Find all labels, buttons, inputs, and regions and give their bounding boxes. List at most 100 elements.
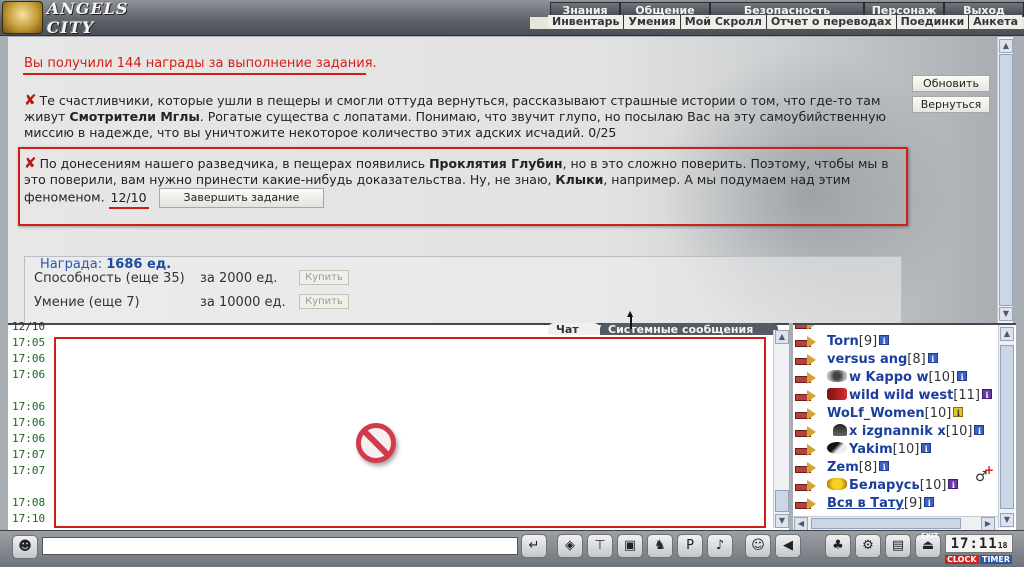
scroll-down-icon[interactable]: ▼ — [775, 514, 789, 528]
buy-ability-button[interactable]: Купить — [299, 270, 349, 285]
player-list: Torn[9] i versus ang[8] i w Kappo w[10] i w… — [793, 325, 998, 513]
attack-arrow-icon[interactable] — [795, 372, 817, 384]
gear-icon[interactable]: ⚙ — [855, 534, 881, 558]
chat-scrollbar[interactable]: ▲ ▼ — [773, 330, 789, 528]
submenu-transfer-report[interactable]: Отчет о переводах — [765, 15, 896, 29]
scroll-right-icon[interactable]: ▶ — [981, 517, 995, 530]
list-item[interactable] — [793, 325, 998, 333]
buy-skill-button[interactable]: Купить — [299, 294, 349, 309]
scroll-up-icon[interactable]: ▲ — [1000, 327, 1014, 341]
clan-emblem-icon — [827, 388, 847, 400]
quest-description-2: ✘ По донесениям нашего разведчика, в пеще… — [24, 155, 894, 208]
exit-label: EXIT — [921, 532, 939, 540]
submenu-skills[interactable]: Умения — [623, 15, 680, 29]
scroll-thumb[interactable] — [1000, 345, 1014, 509]
chat-input[interactable] — [42, 537, 518, 555]
list-item[interactable]: Torn[9] i — [793, 333, 998, 351]
scroll-down-icon[interactable]: ▼ — [1000, 513, 1014, 527]
chat-blocked-overlay — [54, 337, 766, 528]
attack-arrow-icon[interactable] — [795, 444, 817, 456]
attack-arrow-icon[interactable] — [795, 325, 817, 330]
smile-icon[interactable]: ☺ — [745, 534, 771, 558]
pl-icon[interactable]: P — [677, 534, 703, 558]
filter-icon[interactable]: ⊤ — [587, 534, 613, 558]
save-icon[interactable]: ▣ — [617, 534, 643, 558]
quest-description-1: ✘ Те счастливчики, которые ушли в пещеры … — [24, 91, 887, 140]
chat-time: 17:10 — [12, 512, 46, 525]
attack-arrow-icon[interactable] — [795, 498, 817, 510]
list-item[interactable]: Yakim[10] i — [793, 441, 998, 459]
bottom-toolbar: ☻ ↵ ◈ ⊤ ▣ ♞ P ♪ ☺ ◀ ♣ ⚙ ▤ ⏏ EXIT 17:1118… — [0, 530, 1024, 567]
scroll-left-icon[interactable]: ◀ — [794, 517, 808, 530]
submenu-my-scroll[interactable]: Мой Скролл — [679, 15, 766, 29]
lock-icon[interactable]: ▤ — [885, 534, 911, 558]
info-icon[interactable]: i — [953, 407, 964, 418]
send-icon[interactable]: ↵ — [521, 534, 547, 558]
attack-arrow-icon[interactable] — [795, 462, 817, 474]
info-icon[interactable]: i — [879, 335, 890, 346]
clock-button[interactable]: CLOCK — [945, 555, 979, 564]
attack-arrow-icon[interactable] — [795, 390, 817, 402]
info-icon[interactable]: i — [924, 497, 935, 508]
bag-icon[interactable]: ♣ — [825, 534, 851, 558]
online-scrollbar[interactable]: ▲ ▼ — [998, 325, 1014, 528]
sub-menu: Инвентарь Умения Мой Скролл Отчет о пере… — [548, 15, 1022, 29]
chat-time: 17:05 — [12, 336, 46, 349]
attack-arrow-icon[interactable] — [795, 480, 817, 492]
quest-scrollbar[interactable]: ▲ ▼ — [997, 37, 1013, 323]
list-item[interactable]: w Kappo w[10] i — [793, 369, 998, 387]
reward-value: 1686 ед. — [106, 257, 172, 272]
submenu-duels[interactable]: Поединки — [895, 15, 969, 29]
speech-icon[interactable]: ☻ — [12, 535, 38, 559]
chat-time: 17:06 — [12, 368, 46, 381]
speaker-icon[interactable]: ◀ — [775, 534, 801, 558]
reward-underline — [23, 73, 366, 75]
list-item[interactable]: Zem[8] i — [793, 459, 998, 477]
resize-cursor-icon[interactable] — [627, 309, 635, 331]
list-item[interactable]: Беларусь[10] i — [793, 477, 998, 495]
quest-panel: Вы получили 144 награды за выполнение за… — [8, 37, 997, 323]
chat-time: 17:06 — [12, 416, 46, 429]
refresh-button[interactable]: Обновить — [912, 75, 990, 92]
info-icon[interactable]: i — [921, 443, 932, 454]
attack-arrow-icon[interactable] — [795, 408, 817, 420]
scroll-up-icon[interactable]: ▲ — [999, 39, 1013, 53]
add-friend-icon[interactable]: ♂ — [975, 463, 993, 485]
reward-shop: Награда: 1686 ед. Способность (еще 35) з… — [24, 256, 902, 323]
info-icon[interactable]: i — [927, 353, 938, 364]
scroll-thumb[interactable] — [999, 54, 1013, 306]
info-icon[interactable]: i — [981, 389, 992, 400]
info-icon[interactable]: i — [948, 479, 959, 490]
scroll-down-icon[interactable]: ▼ — [999, 307, 1013, 321]
attack-arrow-icon[interactable] — [795, 426, 817, 438]
tab-chat[interactable]: Чат — [548, 323, 600, 335]
return-button[interactable]: Вернуться — [912, 96, 990, 113]
info-icon[interactable]: i — [974, 425, 985, 436]
attack-arrow-icon[interactable] — [795, 354, 817, 366]
music-icon[interactable]: ♪ — [707, 534, 733, 558]
list-item[interactable]: versus ang[8] i — [793, 351, 998, 369]
scroll-thumb[interactable] — [775, 490, 789, 512]
submenu-profile[interactable]: Анкета — [968, 15, 1022, 29]
info-icon[interactable]: i — [957, 371, 968, 382]
scroll-thumb[interactable] — [811, 518, 961, 529]
list-item[interactable]: Вся в Тату[9] i — [793, 495, 998, 513]
attack-arrow-icon[interactable] — [795, 336, 817, 348]
list-item[interactable]: wild wild west[11] i — [793, 387, 998, 405]
info-icon[interactable]: i — [879, 461, 890, 472]
clan-emblem-icon — [827, 370, 847, 382]
reward-title: Награда: 1686 ед. — [40, 257, 172, 272]
eraser-icon[interactable]: ◈ — [557, 534, 583, 558]
list-item[interactable]: x izgnannik x[10] i — [793, 423, 998, 441]
list-item[interactable]: WoLf_Women[10] i — [793, 405, 998, 423]
scroll-up-icon[interactable]: ▲ — [775, 330, 789, 344]
online-hscroll[interactable]: ◀ ▶ — [793, 516, 998, 530]
finish-quest-button[interactable]: Завершить задание — [158, 188, 325, 208]
online-list: Torn[9] i versus ang[8] i w Kappo w[10] i w… — [793, 323, 1016, 530]
logo: ANGELS CITY — [2, 0, 172, 37]
submenu-inventory[interactable]: Инвентарь — [548, 15, 624, 29]
chat-time: 17:08 — [12, 496, 46, 509]
timer-button[interactable]: TIMER — [980, 555, 1013, 564]
fight-icon[interactable]: ♞ — [647, 534, 673, 558]
top-bar: ANGELS CITY Знания Общение Безопасность … — [0, 0, 1024, 37]
